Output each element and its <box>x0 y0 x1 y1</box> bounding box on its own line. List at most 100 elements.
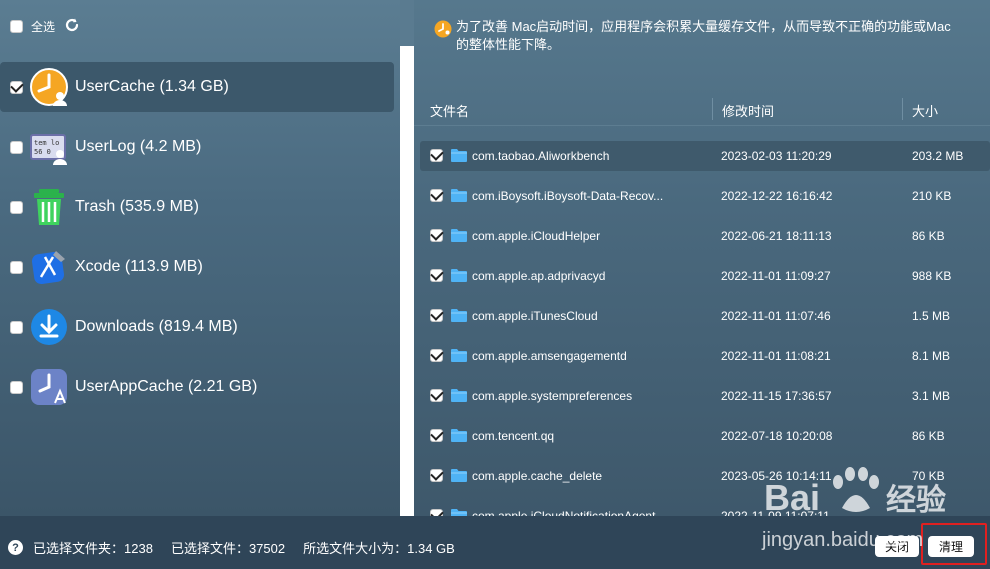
file-size: 988 KB <box>912 269 952 283</box>
file-size: 70 KB <box>912 469 945 483</box>
close-button[interactable]: 关闭 <box>875 536 919 557</box>
table-row[interactable]: com.apple.amsengagementd 2022-11-01 11:08… <box>420 341 990 371</box>
files-label: 已选择文件：37502 <box>170 541 286 556</box>
file-name: com.apple.iTunesCloud <box>472 309 598 323</box>
table-row[interactable]: com.apple.iTunesCloud 2022-11-01 11:07:46… <box>420 301 990 331</box>
file-date: 2023-02-03 11:20:29 <box>721 149 832 163</box>
file-size: 1.5 MB <box>912 309 951 323</box>
row-checkbox[interactable] <box>430 229 443 242</box>
category-label: Xcode (113.9 MB) <box>75 258 203 275</box>
file-size: 86 KB <box>912 429 945 443</box>
category-item-user-cache[interactable]: UserCache (1.34 GB) <box>0 62 394 112</box>
category-label: UserLog (4.2 MB) <box>75 138 202 155</box>
column-header-name[interactable]: 文件名 <box>430 101 469 120</box>
table-row[interactable]: com.apple.cache_delete 2023-05-26 10:14:1… <box>420 461 990 491</box>
help-icon[interactable]: ? <box>8 540 23 555</box>
table-row[interactable]: com.apple.iCloudHelper 2022-06-21 18:11:1… <box>420 221 990 251</box>
tip-message: 为了改善 Mac启动时间，应用程序会积累大量缓存文件，从而导致不正确的功能或Ma… <box>434 18 954 54</box>
file-size: 8.1 MB <box>912 349 951 363</box>
file-size: 203.2 MB <box>912 149 964 163</box>
file-size: 210 KB <box>912 189 952 203</box>
category-pane: 全选 UserCache (1.34 GB) tem lo 56 0 UserL… <box>0 0 400 516</box>
tip-text: 为了改善 Mac启动时间，应用程序会积累大量缓存文件，从而导致不正确的功能或Ma… <box>456 19 951 52</box>
table-row[interactable]: com.apple.ap.adprivacyd 2022-11-01 11:09:… <box>420 261 990 291</box>
category-checkbox[interactable] <box>10 380 23 394</box>
folder-icon <box>451 309 467 322</box>
user-log-icon-text-1: tem lo <box>34 139 59 147</box>
table-row[interactable]: com.taobao.Aliworkbench 2023-02-03 11:20:… <box>420 141 990 171</box>
category-item-trash[interactable]: Trash (535.9 MB) <box>0 182 394 232</box>
category-checkbox[interactable] <box>10 200 23 214</box>
category-item-user-app-cache[interactable]: UserAppCache (2.21 GB) <box>0 362 394 412</box>
file-date: 2022-12-22 16:16:42 <box>721 189 833 203</box>
row-checkbox[interactable] <box>430 429 443 442</box>
row-checkbox[interactable] <box>430 389 443 402</box>
file-name: com.apple.iCloudHelper <box>472 229 601 243</box>
selection-summary: ? 已选择文件夹：1238 已选择文件：37502 所选文件大小为：1.34 G… <box>8 538 455 557</box>
category-label: UserCache (1.34 GB) <box>75 78 229 95</box>
file-date: 2022-06-21 18:11:13 <box>721 229 832 243</box>
row-checkbox[interactable] <box>430 309 443 322</box>
file-size: 86 KB <box>912 229 945 243</box>
size-label: 所选文件大小为：1.34 GB <box>303 541 455 556</box>
category-checkbox[interactable] <box>10 260 23 274</box>
folder-icon <box>451 469 467 482</box>
folder-icon <box>451 189 467 202</box>
table-row[interactable]: com.apple.systempreferences 2022-11-15 17… <box>420 381 990 411</box>
folder-icon <box>451 149 467 162</box>
file-pane: 为了改善 Mac启动时间，应用程序会积累大量缓存文件，从而导致不正确的功能或Ma… <box>414 0 990 516</box>
file-date: 2022-11-01 11:09:27 <box>721 269 831 283</box>
pane-divider <box>400 0 414 46</box>
category-checkbox[interactable] <box>10 140 23 154</box>
file-date: 2023-05-26 10:14:11 <box>721 469 832 483</box>
table-row[interactable]: com.apple.iCloudNotificationAgent 2022-11… <box>420 501 990 516</box>
table-row[interactable]: com.tencent.qq 2022-07-18 10:20:08 86 KB <box>420 421 990 451</box>
select-all-label: 全选 <box>31 20 56 34</box>
row-checkbox[interactable] <box>430 189 443 202</box>
table-row[interactable]: com.iBoysoft.iBoysoft-Data-Recov... 2022-… <box>420 181 990 211</box>
user-log-icon-text-2: 56 0 <box>34 148 51 156</box>
row-checkbox[interactable] <box>430 149 443 162</box>
row-checkbox[interactable] <box>430 269 443 282</box>
column-header-size[interactable]: 大小 <box>912 101 938 120</box>
file-name: com.apple.systempreferences <box>472 389 633 403</box>
column-separator <box>902 98 903 120</box>
column-header-date[interactable]: 修改时间 <box>722 101 774 120</box>
folder-icon <box>451 229 467 242</box>
category-item-user-log[interactable]: tem lo 56 0 UserLog (4.2 MB) <box>0 122 394 172</box>
row-checkbox[interactable] <box>430 509 443 516</box>
select-all-checkbox[interactable] <box>10 20 23 33</box>
file-table-header: 文件名 修改时间 大小 <box>414 92 990 126</box>
file-date: 2022-11-09 11:07:11 <box>721 509 830 516</box>
category-label: Downloads (819.4 MB) <box>75 318 238 335</box>
folder-icon <box>451 269 467 282</box>
row-checkbox[interactable] <box>430 349 443 362</box>
select-all[interactable]: 全选 <box>10 18 55 35</box>
file-date: 2022-11-15 17:36:57 <box>721 389 832 403</box>
category-item-xcode[interactable]: Xcode (113.9 MB) <box>0 242 394 292</box>
file-name: com.apple.amsengagementd <box>472 349 627 363</box>
file-date: 2022-07-18 10:20:08 <box>721 429 833 443</box>
refresh-icon[interactable] <box>64 17 80 33</box>
clean-button-highlight <box>921 523 987 565</box>
user-log-icon: tem lo 56 0 <box>30 134 67 165</box>
category-item-downloads[interactable]: Downloads (819.4 MB) <box>0 302 394 352</box>
xcode-icon <box>31 251 65 285</box>
category-checkbox[interactable] <box>10 320 23 334</box>
folder-icon <box>451 509 467 516</box>
category-scrollbar[interactable] <box>400 46 414 516</box>
trash-icon <box>34 189 64 225</box>
file-date: 2022-11-01 11:08:21 <box>721 349 831 363</box>
category-label: UserAppCache (2.21 GB) <box>75 378 258 395</box>
user-cache-icon <box>30 68 68 106</box>
file-name: com.apple.iCloudNotificationAgent <box>472 509 656 516</box>
file-date: 2022-11-01 11:07:46 <box>721 309 831 323</box>
file-size: 3.1 MB <box>912 389 951 403</box>
folder-icon <box>451 349 467 362</box>
category-label: Trash (535.9 MB) <box>75 198 199 215</box>
file-name: com.tencent.qq <box>472 429 555 443</box>
cache-tip-icon <box>434 20 452 38</box>
row-checkbox[interactable] <box>430 469 443 482</box>
folder-icon <box>451 389 467 402</box>
category-checkbox[interactable] <box>10 80 23 94</box>
